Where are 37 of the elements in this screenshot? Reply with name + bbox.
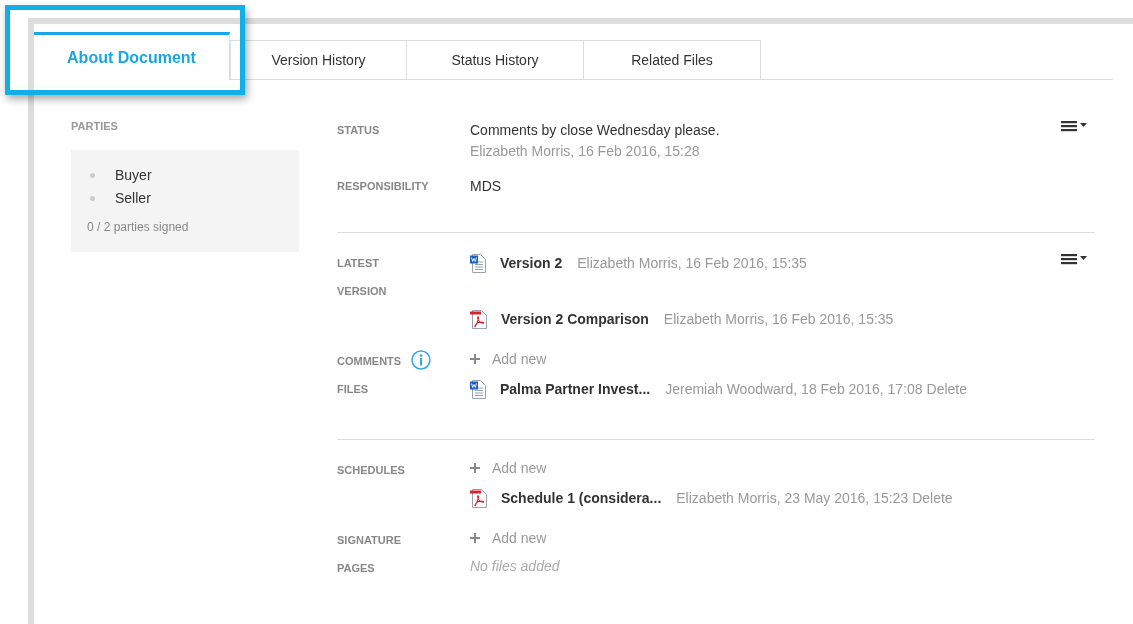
file-link[interactable]: Palma Partner Invest... xyxy=(500,381,651,397)
field-label: RESPONSIBILITY xyxy=(337,179,429,194)
section-label: PARTIES xyxy=(71,120,119,132)
word-file-icon xyxy=(470,379,486,399)
party-name: Seller xyxy=(115,189,151,208)
field-label: SIGNATURE PAGES xyxy=(337,533,401,576)
tab[interactable]: Status History xyxy=(407,40,584,80)
file-link[interactable]: Version 2 xyxy=(500,255,563,271)
file-meta: Elizabeth Morris, 23 May 2016, 15:23 xyxy=(676,489,909,508)
pdf-file-icon xyxy=(470,309,487,329)
tab[interactable]: Related Files xyxy=(584,40,761,80)
info-icon[interactable] xyxy=(411,350,432,370)
plus-icon xyxy=(470,354,480,364)
plus-icon xyxy=(470,463,480,473)
menu-dropdown-icon[interactable] xyxy=(1061,120,1089,134)
status-meta: Elizabeth Morris, 16 Feb 2016, 15:28 xyxy=(470,142,701,161)
bullet-icon xyxy=(90,196,95,201)
menu-dropdown-icon[interactable] xyxy=(1061,253,1089,267)
responsibility-value: MDS xyxy=(470,177,503,196)
bullet-icon xyxy=(90,173,95,178)
file-meta: Elizabeth Morris, 16 Feb 2016, 15:35 xyxy=(577,254,807,273)
field-label: STATUS xyxy=(337,123,380,138)
file-meta: Jeremiah Woodward, 18 Feb 2016, 17:08 xyxy=(665,380,923,399)
word-file-icon xyxy=(470,253,486,273)
status-text: Comments by close Wednesday please. xyxy=(470,121,720,140)
field-label: SCHEDULES xyxy=(337,463,405,478)
file-link[interactable]: Version 2 Comparison xyxy=(501,311,649,327)
field-label: LATEST VERSION xyxy=(337,256,387,299)
party-name: Buyer xyxy=(115,166,152,185)
empty-message: No files added xyxy=(470,558,561,574)
signed-count: 0 / 2 parties signed xyxy=(87,220,190,234)
file-meta: Elizabeth Morris, 16 Feb 2016, 15:35 xyxy=(663,310,894,329)
pdf-file-icon xyxy=(470,488,487,508)
tab[interactable]: Version History xyxy=(230,40,407,80)
plus-icon xyxy=(470,533,480,543)
field-label: COMMENTS FILES xyxy=(337,354,402,397)
file-link[interactable]: Schedule 1 (considera... xyxy=(501,490,662,506)
